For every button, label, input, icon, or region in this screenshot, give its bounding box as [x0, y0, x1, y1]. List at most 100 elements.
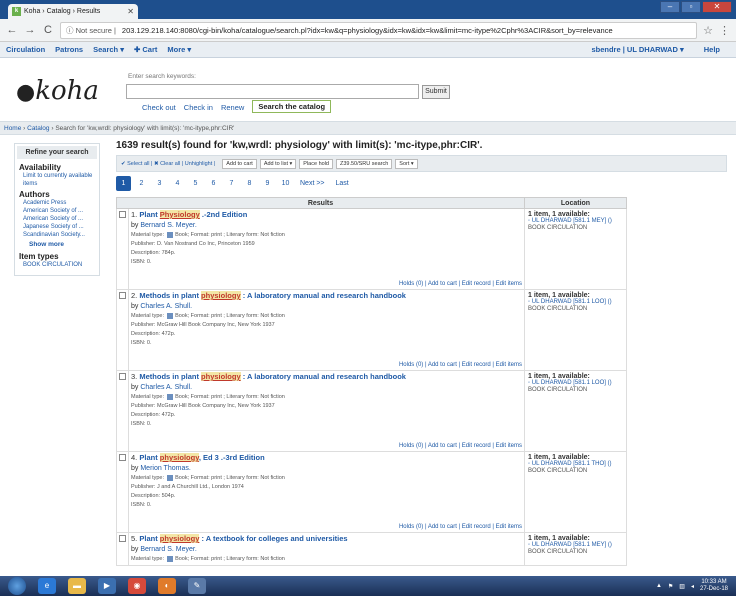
- material-type-value: Book; Format: print ; Literary form: Not…: [175, 232, 285, 238]
- next-page-link[interactable]: Next >>: [296, 176, 329, 191]
- results-toolbar: ✔ Select all | ✖ Clear all | Unhighlight…: [116, 155, 727, 172]
- search-label: Enter search keywords:: [128, 73, 196, 80]
- facet-author[interactable]: American Society of ...: [15, 215, 99, 223]
- clock[interactable]: 10:33 AM 27-Dec-18: [700, 579, 728, 593]
- info-icon[interactable]: ⓘ Not secure |: [66, 25, 116, 36]
- z3950-search-button[interactable]: Z39.50/SRU search: [335, 158, 393, 169]
- volume-icon[interactable]: ◂: [691, 583, 694, 590]
- start-button-icon[interactable]: [8, 577, 26, 595]
- flag-icon[interactable]: ⚑: [668, 583, 673, 590]
- author-link[interactable]: Bernard S. Meyer.: [140, 546, 196, 553]
- maximize-icon[interactable]: ▫: [681, 1, 701, 13]
- select-checkbox[interactable]: [119, 373, 126, 380]
- page-link[interactable]: 10: [278, 176, 293, 191]
- firefox-icon[interactable]: ◐: [158, 578, 176, 594]
- selection-links[interactable]: ✔ Select all | ✖ Clear all | Unhighlight…: [121, 161, 215, 167]
- record-actions[interactable]: Holds (0) | Add to cart | Edit record | …: [399, 281, 522, 287]
- url-field[interactable]: ⓘ Not secure | 203.129.218.140:8080/cgi-…: [60, 21, 698, 39]
- search-input[interactable]: [126, 84, 419, 99]
- close-window-icon[interactable]: ✕: [702, 1, 732, 13]
- add-to-cart-button[interactable]: Add to cart: [222, 158, 257, 169]
- select-checkbox[interactable]: [119, 454, 126, 461]
- call-number[interactable]: ◦ UL DHARWAD [581.1 THO] (): [528, 461, 623, 468]
- page-link[interactable]: 1: [116, 176, 131, 191]
- back-icon[interactable]: ←: [6, 24, 18, 36]
- breadcrumb-home[interactable]: Home: [4, 125, 21, 132]
- facet-availability-link[interactable]: items: [15, 180, 99, 188]
- record-author: by Charles A. Shull.: [131, 301, 522, 312]
- record-actions[interactable]: Holds (0) | Add to cart | Edit record | …: [399, 362, 522, 368]
- call-number[interactable]: ◦ UL DHARWAD [581.1 LOO] (): [528, 299, 623, 306]
- facet-itemtype[interactable]: BOOK CIRCULATION: [15, 261, 99, 269]
- folder-icon[interactable]: ▬: [68, 578, 86, 594]
- page-link[interactable]: 9: [260, 176, 275, 191]
- sort-button[interactable]: Sort ▾: [395, 158, 418, 169]
- page-link[interactable]: 4: [170, 176, 185, 191]
- facet-author[interactable]: Academic Press: [15, 199, 99, 207]
- page-link[interactable]: 5: [188, 176, 203, 191]
- network-icon[interactable]: ▥: [679, 583, 685, 590]
- ie-icon[interactable]: e: [38, 578, 56, 594]
- record-title[interactable]: 5. Plant physiology : A textbook for col…: [131, 534, 522, 544]
- record-actions[interactable]: Holds (0) | Add to cart | Edit record | …: [399, 443, 522, 449]
- record-title[interactable]: 4. Plant physiology, Ed 3 .-3rd Edition: [131, 453, 522, 463]
- call-number[interactable]: ◦ UL DHARWAD [581.1 MEY] (): [528, 542, 623, 549]
- select-checkbox[interactable]: [119, 535, 126, 542]
- breadcrumb-catalog[interactable]: Catalog: [27, 125, 49, 132]
- tab-renew[interactable]: Renew: [221, 103, 244, 113]
- nav-circulation[interactable]: Circulation: [6, 45, 45, 54]
- bookmark-star-icon[interactable]: ☆: [703, 24, 713, 37]
- facet-author[interactable]: Scandinavian Society...: [15, 231, 99, 239]
- reload-icon[interactable]: C: [42, 24, 54, 36]
- paint-icon[interactable]: ✎: [188, 578, 206, 594]
- place-hold-button[interactable]: Place hold: [299, 158, 333, 169]
- submit-button[interactable]: Submit: [422, 85, 450, 99]
- select-checkbox[interactable]: [119, 211, 126, 218]
- record-actions[interactable]: Holds (0) | Add to cart | Edit record | …: [399, 524, 522, 530]
- tray-arrow-icon[interactable]: ▲: [656, 583, 662, 589]
- add-to-list-button[interactable]: Add to list ▾: [259, 158, 297, 169]
- call-number-text: UL DHARWAD [581.1 LOO] (): [531, 380, 612, 386]
- nav-cart[interactable]: ✚ Cart: [134, 45, 157, 54]
- browser-tab[interactable]: k Koha › Catalog › Results ✕: [8, 4, 138, 19]
- koha-logo[interactable]: ●koha: [16, 76, 99, 106]
- page-link[interactable]: 2: [134, 176, 149, 191]
- call-number[interactable]: ◦ UL DHARWAD [581.1 MEY] (): [528, 218, 623, 225]
- availability: 1 item, 1 available:: [528, 535, 590, 542]
- facet-availability-link[interactable]: Limit to currently available: [15, 172, 99, 180]
- tab-check-out[interactable]: Check out: [142, 103, 176, 113]
- nav-search[interactable]: Search ▾: [93, 45, 124, 54]
- browser-menu-icon[interactable]: ⋮: [719, 24, 730, 37]
- nav-patrons[interactable]: Patrons: [55, 45, 83, 54]
- tab-check-in[interactable]: Check in: [184, 103, 213, 113]
- forward-icon[interactable]: →: [24, 24, 36, 36]
- help-link[interactable]: Help: [704, 45, 720, 54]
- page-link[interactable]: 8: [242, 176, 257, 191]
- call-number[interactable]: ◦ UL DHARWAD [581.1 LOO] (): [528, 380, 623, 387]
- record-title[interactable]: 1. Plant Physiology .-2nd Edition: [131, 210, 522, 220]
- last-page-link[interactable]: Last: [332, 176, 353, 191]
- author-link[interactable]: Charles A. Shull.: [140, 384, 192, 391]
- media-player-icon[interactable]: ▶: [98, 578, 116, 594]
- facet-author[interactable]: Japanese Society of ...: [15, 223, 99, 231]
- facet-author[interactable]: American Society of ...: [15, 207, 99, 215]
- author-link[interactable]: Charles A. Shull.: [140, 303, 192, 310]
- chrome-icon[interactable]: ◉: [128, 578, 146, 594]
- select-checkbox[interactable]: [119, 292, 126, 299]
- facets-sidebar: Refine your search Availability Limit to…: [14, 143, 100, 276]
- record-author: by Bernard S. Meyer.: [131, 220, 522, 231]
- record-title[interactable]: 3. Methods in plant physiology : A labor…: [131, 372, 522, 382]
- show-more-link[interactable]: Show more: [15, 239, 99, 250]
- page-link[interactable]: 7: [224, 176, 239, 191]
- record-title[interactable]: 2. Methods in plant physiology : A labor…: [131, 291, 522, 301]
- author-link[interactable]: Merion Thomas.: [140, 465, 190, 472]
- page-link[interactable]: 3: [152, 176, 167, 191]
- nav-more[interactable]: More ▾: [167, 45, 191, 54]
- record-number: 5.: [131, 534, 138, 543]
- minimize-icon[interactable]: –: [660, 1, 680, 13]
- tab-search-catalog[interactable]: Search the catalog: [252, 100, 332, 113]
- author-link[interactable]: Bernard S. Meyer.: [140, 222, 196, 229]
- close-tab-icon[interactable]: ✕: [127, 7, 134, 16]
- page-link[interactable]: 6: [206, 176, 221, 191]
- user-menu[interactable]: sbendre | UL DHARWAD ▾: [591, 45, 683, 54]
